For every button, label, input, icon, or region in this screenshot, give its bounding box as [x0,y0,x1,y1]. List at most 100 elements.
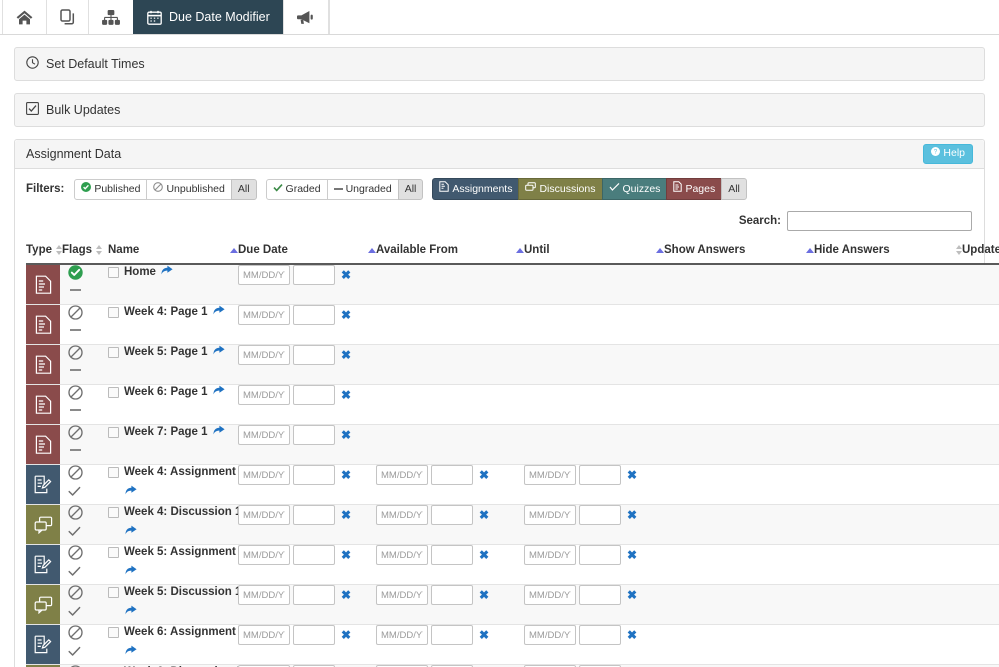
external-link-arrow-icon[interactable] [212,345,225,359]
filter-assignments-button[interactable]: Assignments [432,178,520,201]
available-from-time-input[interactable] [431,545,473,566]
until-time-input[interactable] [579,625,621,646]
panel-header-set-default-times[interactable]: Set Default Times [15,48,984,80]
available-from-date-input[interactable] [376,465,428,486]
column-header-available-from[interactable]: Available From [376,240,524,266]
available-from-date-input[interactable] [376,545,428,566]
unpublished-icon[interactable] [68,625,83,643]
due-date-date-input[interactable] [238,345,290,366]
sort-icon-available-from[interactable] [516,247,524,253]
row-select-checkbox[interactable] [108,427,119,439]
filter-published-button[interactable]: Published [74,178,148,200]
column-header-until[interactable]: Until [524,240,664,266]
row-select-checkbox[interactable] [108,387,119,399]
due-date-time-input[interactable] [293,505,335,526]
secondary-link-arrow-icon[interactable] [125,565,238,579]
filter-ungraded-button[interactable]: Ungraded [326,178,399,200]
due-date-clear-icon[interactable]: ✖ [338,389,354,401]
available-from-date-input[interactable] [376,585,428,606]
filter-type-all-button[interactable]: All [721,178,747,201]
column-header-name[interactable]: Name [108,240,238,266]
due-date-clear-icon[interactable]: ✖ [338,469,354,481]
until-time-input[interactable] [579,545,621,566]
due-date-date-input[interactable] [238,465,290,486]
due-date-time-input[interactable] [293,585,335,606]
filter-pages-button[interactable]: Pages [666,178,723,201]
nav-tab-due-date-modifier[interactable]: Due Date Modifier [133,0,284,34]
until-time-input[interactable] [579,465,621,486]
secondary-link-arrow-icon[interactable] [125,605,238,619]
sort-icon-due-date[interactable] [368,247,376,253]
unpublished-icon[interactable] [68,345,83,363]
unpublished-icon[interactable] [68,545,83,563]
until-clear-icon[interactable]: ✖ [624,509,640,521]
published-icon[interactable] [68,265,83,283]
available-from-time-input[interactable] [431,585,473,606]
due-date-clear-icon[interactable]: ✖ [338,509,354,521]
row-select-checkbox[interactable] [108,307,119,319]
row-select-checkbox[interactable] [108,627,119,639]
filter-quizzes-button[interactable]: Quizzes [601,178,668,201]
row-select-checkbox[interactable] [108,507,119,519]
sort-icon-show-answers[interactable] [806,247,814,253]
due-date-date-input[interactable] [238,425,290,446]
due-date-date-input[interactable] [238,505,290,526]
due-date-time-input[interactable] [293,425,335,446]
panel-bulk-updates[interactable]: Bulk Updates [14,93,985,127]
column-header-flags[interactable]: Flags [62,240,108,266]
panel-set-default-times[interactable]: Set Default Times [14,47,985,81]
available-from-clear-icon[interactable]: ✖ [476,549,492,561]
due-date-clear-icon[interactable]: ✖ [338,549,354,561]
due-date-date-input[interactable] [238,545,290,566]
filter-discussions-button[interactable]: Discussions [518,178,603,201]
due-date-date-input[interactable] [238,585,290,606]
available-from-clear-icon[interactable]: ✖ [476,509,492,521]
row-select-checkbox[interactable] [108,587,119,599]
available-from-clear-icon[interactable]: ✖ [476,469,492,481]
unpublished-icon[interactable] [68,385,83,403]
until-date-input[interactable] [524,585,576,606]
column-header-update[interactable]: Update [962,240,999,266]
external-link-arrow-icon[interactable] [212,385,225,399]
until-date-input[interactable] [524,465,576,486]
filter-grading-all-button[interactable]: All [397,178,424,200]
due-date-time-input[interactable] [293,385,335,406]
until-clear-icon[interactable]: ✖ [624,469,640,481]
available-from-time-input[interactable] [431,465,473,486]
column-header-type[interactable]: Type [26,240,62,266]
unpublished-icon[interactable] [68,505,83,523]
available-from-date-input[interactable] [376,625,428,646]
due-date-time-input[interactable] [293,545,335,566]
unpublished-icon[interactable] [68,305,83,323]
until-time-input[interactable] [579,585,621,606]
due-date-time-input[interactable] [293,265,335,286]
until-date-input[interactable] [524,505,576,526]
due-date-clear-icon[interactable]: ✖ [338,309,354,321]
due-date-date-input[interactable] [238,305,290,326]
unpublished-icon[interactable] [68,465,83,483]
row-select-checkbox[interactable] [108,267,119,279]
due-date-clear-icon[interactable]: ✖ [338,589,354,601]
available-from-time-input[interactable] [431,625,473,646]
due-date-date-input[interactable] [238,265,290,286]
secondary-link-arrow-icon[interactable] [125,645,238,659]
filter-graded-button[interactable]: Graded [265,178,328,200]
unpublished-icon[interactable] [68,425,83,443]
due-date-time-input[interactable] [293,625,335,646]
column-header-hide-answers[interactable]: Hide Answers [814,240,962,266]
column-header-show-answers[interactable]: Show Answers [664,240,814,266]
secondary-link-arrow-icon[interactable] [125,485,238,499]
available-from-time-input[interactable] [431,505,473,526]
sort-icon-flags[interactable] [96,245,103,256]
nav-tab-copy[interactable] [46,0,89,34]
sort-icon-name[interactable] [230,247,238,253]
due-date-time-input[interactable] [293,465,335,486]
row-select-checkbox[interactable] [108,467,119,479]
external-link-arrow-icon[interactable] [212,305,225,319]
due-date-date-input[interactable] [238,625,290,646]
row-select-checkbox[interactable] [108,347,119,359]
available-from-date-input[interactable] [376,505,428,526]
due-date-clear-icon[interactable]: ✖ [338,429,354,441]
help-button[interactable]: ? Help [923,144,973,164]
secondary-link-arrow-icon[interactable] [125,525,238,539]
